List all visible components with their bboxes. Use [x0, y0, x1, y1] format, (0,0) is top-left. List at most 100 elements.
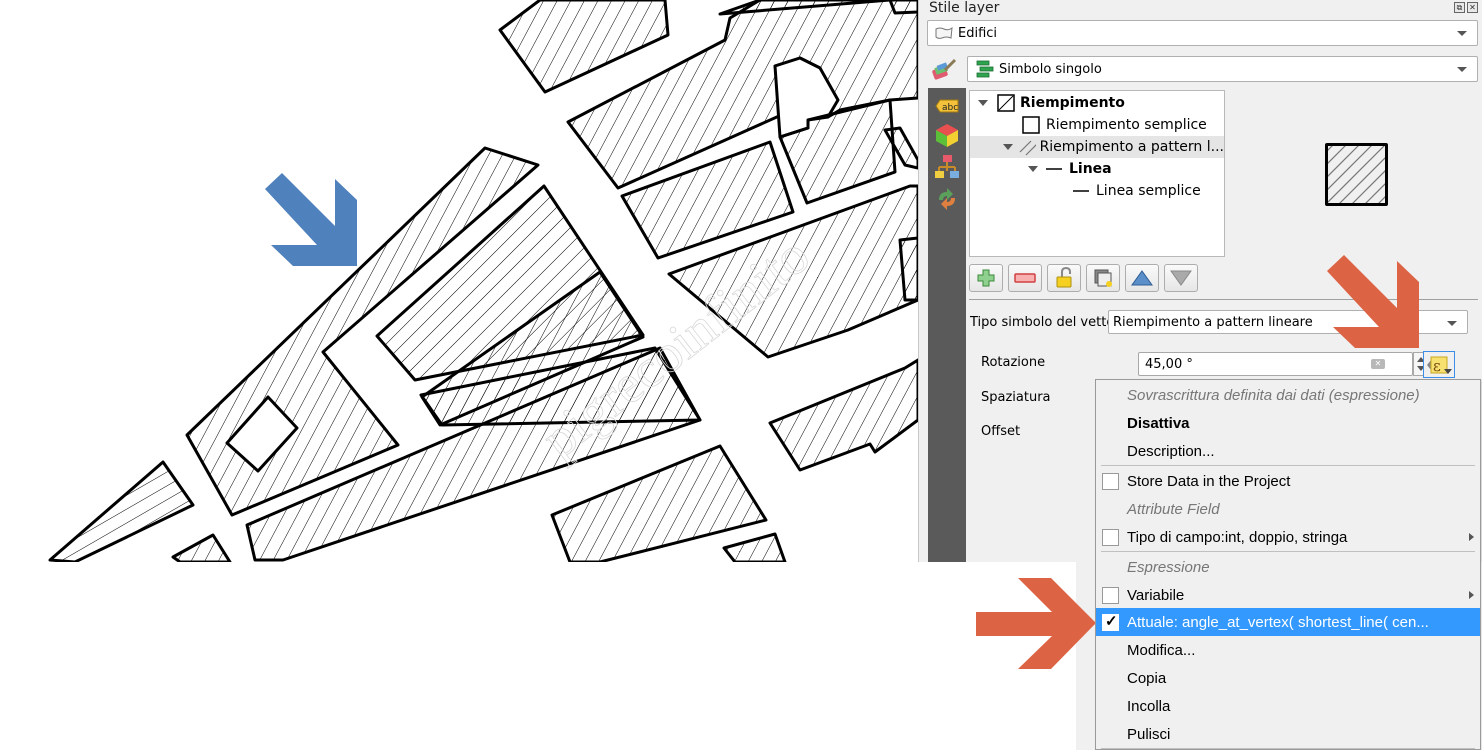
- tree-item-label: Riempimento a pattern l...: [1039, 139, 1224, 155]
- chevron-down-icon: [1447, 321, 1457, 326]
- menu-header-attribute-field: Attribute Field: [1096, 495, 1480, 523]
- menu-item-current-expression[interactable]: ✓ Attuale: angle_at_vertex( shortest_lin…: [1096, 608, 1480, 636]
- tree-item-line-pattern-fill[interactable]: Riempimento a pattern l...: [970, 136, 1224, 158]
- symbology-paintbrush-icon[interactable]: [931, 58, 957, 82]
- blank-area: [0, 562, 1076, 750]
- chevron-down-icon: [1457, 31, 1467, 36]
- panel-title: Stile layer: [929, 0, 1000, 16]
- svg-text:abc: abc: [942, 103, 958, 113]
- line-symbol-icon: [1046, 168, 1062, 170]
- tree-item-simple-fill[interactable]: Riempimento semplice: [970, 114, 1224, 136]
- expand-arrow-icon[interactable]: [978, 100, 988, 106]
- menu-item-label: Description...: [1127, 442, 1215, 460]
- menu-item-label: Disattiva: [1127, 414, 1190, 432]
- simple-line-icon: [1073, 190, 1089, 192]
- chevron-down-icon: [1457, 67, 1467, 72]
- expand-arrow-icon[interactable]: [1028, 166, 1038, 172]
- tree-item-fill-symbol[interactable]: Riempimento: [970, 92, 1224, 114]
- tree-item-label: Riempimento: [1020, 95, 1125, 111]
- arrow-up-icon: [1131, 270, 1153, 286]
- labels-abc-icon[interactable]: abc: [933, 93, 961, 119]
- tree-item-line-symbol[interactable]: Linea: [970, 158, 1224, 180]
- duplicate-symbol-layer-button[interactable]: [1086, 264, 1120, 292]
- tree-item-label: Linea: [1069, 161, 1112, 177]
- add-symbol-layer-button[interactable]: [969, 264, 1003, 292]
- checkmark-icon: ✓: [1105, 613, 1118, 630]
- simple-fill-icon: [1022, 116, 1040, 134]
- data-defined-override-button[interactable]: ε: [1423, 351, 1455, 378]
- checkbox[interactable]: [1102, 587, 1119, 604]
- float-panel-button[interactable]: ⧉: [1454, 2, 1465, 13]
- menu-item-copy[interactable]: Copia: [1096, 664, 1480, 692]
- diagrams-icon[interactable]: [933, 154, 961, 180]
- menu-item-label: Variabile: [1127, 586, 1185, 604]
- spacing-label: Spaziatura: [981, 390, 1051, 405]
- menu-header-expression: Espressione: [1096, 553, 1480, 581]
- menu-header-label: Espressione: [1127, 558, 1210, 576]
- menu-header-label: Sovrascrittura definita dai dati (espres…: [1127, 386, 1420, 404]
- renderer-select-value: Simbolo singolo: [999, 61, 1102, 77]
- menu-item-label: Incolla: [1127, 697, 1171, 715]
- minus-icon: [1014, 273, 1036, 283]
- map-svg: pigrecoinfinito: [48, 0, 918, 562]
- symbol-layer-tree[interactable]: Riempimento Riempimento semplice Riempim…: [969, 90, 1225, 257]
- renderer-select[interactable]: Simbolo singolo: [967, 56, 1478, 82]
- unlocked-padlock-icon: [1056, 267, 1072, 288]
- history-undo-redo-icon[interactable]: [933, 186, 961, 212]
- 3d-view-cube-icon[interactable]: [933, 122, 961, 148]
- expression-epsilon-icon: ε: [1427, 356, 1452, 375]
- menu-item-clear[interactable]: Pulisci: [1096, 720, 1480, 748]
- orange-arrow-annotation-bottom: [976, 578, 1096, 669]
- checkbox[interactable]: [1102, 473, 1119, 490]
- lock-color-button[interactable]: [1047, 264, 1081, 292]
- menu-item-label: Store Data in the Project: [1127, 472, 1291, 490]
- close-panel-button[interactable]: ✕: [1467, 2, 1478, 13]
- svg-text:ε: ε: [1433, 357, 1441, 375]
- clear-icon[interactable]: ✕: [1371, 359, 1385, 369]
- menu-separator: [1101, 465, 1475, 466]
- menu-item-label: Tipo di campo:int, doppio, stringa: [1127, 528, 1348, 546]
- building: [722, 532, 787, 562]
- checkbox-checked[interactable]: ✓: [1102, 613, 1119, 631]
- menu-separator: [1101, 551, 1475, 552]
- rotation-label: Rotazione: [981, 355, 1046, 370]
- move-up-button[interactable]: [1125, 264, 1159, 292]
- data-defined-context-menu: Sovrascrittura definita dai dati (espres…: [1095, 379, 1481, 750]
- blue-arrow-annotation: [265, 173, 357, 266]
- building: [498, 0, 670, 94]
- menu-item-label: Attuale: angle_at_vertex( shortest_line(…: [1127, 613, 1429, 631]
- menu-item-edit[interactable]: Modifica...: [1096, 636, 1480, 664]
- polygon-layer-icon: [935, 26, 953, 39]
- menu-item-variable[interactable]: Variabile: [1096, 581, 1480, 609]
- menu-item-description[interactable]: Description...: [1096, 437, 1480, 465]
- plus-icon: [977, 269, 995, 287]
- checkbox[interactable]: [1102, 529, 1119, 546]
- expand-arrow-icon[interactable]: [1003, 144, 1013, 150]
- tree-item-label: Riempimento semplice: [1046, 117, 1207, 133]
- vector-type-label: Tipo simbolo del vettore: [970, 315, 1128, 330]
- offset-label: Offset: [981, 424, 1021, 439]
- vector-type-value: Riempimento a pattern lineare: [1113, 314, 1313, 330]
- submenu-arrow-icon: [1469, 591, 1474, 599]
- arrow-down-icon: [1170, 270, 1192, 286]
- menu-item-paste[interactable]: Incolla: [1096, 692, 1480, 720]
- symbol-preview-hatch: [1328, 146, 1385, 203]
- menu-item-field-type[interactable]: Tipo di campo:int, doppio, stringa: [1096, 523, 1480, 551]
- layer-select[interactable]: Edifici: [927, 20, 1478, 46]
- symbol-preview: [1325, 143, 1388, 206]
- line-pattern-fill-icon: [1019, 140, 1036, 156]
- duplicate-icon: [1094, 269, 1112, 287]
- menu-item-disable[interactable]: Disattiva: [1096, 409, 1480, 437]
- orange-arrow-annotation-top: [1327, 255, 1419, 348]
- fill-symbol-icon: [997, 94, 1015, 112]
- menu-item-label: Copia: [1127, 669, 1167, 687]
- building: [768, 358, 918, 472]
- single-symbol-icon: [976, 60, 994, 78]
- tree-item-simple-line[interactable]: Linea semplice: [970, 180, 1224, 202]
- map-canvas[interactable]: pigrecoinfinito: [0, 0, 918, 562]
- menu-item-store-data[interactable]: Store Data in the Project: [1096, 467, 1480, 495]
- menu-item-label: Pulisci: [1127, 725, 1171, 743]
- remove-symbol-layer-button[interactable]: [1008, 264, 1042, 292]
- move-down-button[interactable]: [1164, 264, 1198, 292]
- menu-separator: [1101, 748, 1475, 749]
